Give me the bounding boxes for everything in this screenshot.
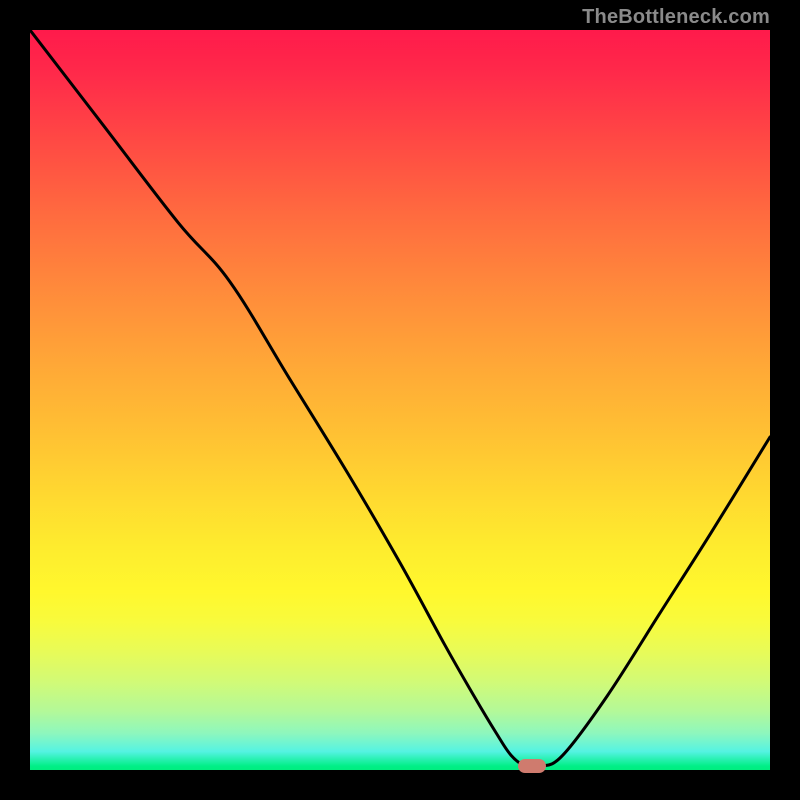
watermark-text: TheBottleneck.com xyxy=(582,6,770,29)
plot-area xyxy=(30,30,770,770)
optimal-point-marker xyxy=(518,759,546,773)
chart-container: TheBottleneck.com xyxy=(0,0,800,800)
